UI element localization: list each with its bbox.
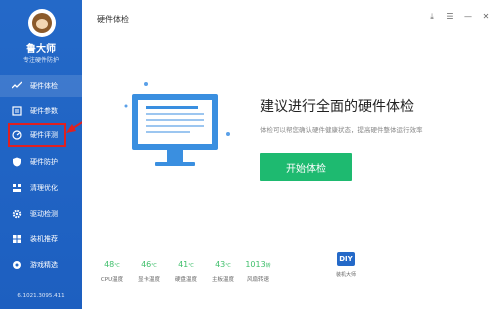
sidebar-item-label: 游戏精选	[30, 261, 58, 269]
download-icon[interactable]: ⤓	[427, 12, 437, 22]
diy-build-master[interactable]: DIY 装机大师	[332, 252, 360, 278]
stat-fan-speed: 1013转 风扇转速	[245, 260, 271, 283]
list-icon	[12, 106, 22, 116]
sidebar-item-label: 清理优化	[30, 184, 58, 192]
sidebar-item-hardware-protection[interactable]: 硬件防护	[0, 151, 82, 173]
stat-gpu-temp: 46℃ 显卡温度	[137, 260, 160, 283]
gear-icon	[12, 209, 22, 219]
sidebar-item-build-recommend[interactable]: 装机推荐	[0, 228, 82, 250]
gamepad-icon	[12, 260, 22, 270]
version-text: 6.1021.3095.411	[17, 293, 65, 299]
main-panel: 硬件体检 ⤓ ☰ — ✕ 建议进行全面的硬件体检 体检可以帮您确认硬件健康状态，…	[82, 0, 500, 309]
sidebar-item-cleanup[interactable]: 清理优化	[0, 177, 82, 199]
sidebar-item-label: 硬件参数	[30, 107, 58, 115]
annotation-highlight-box	[8, 123, 66, 147]
diy-label: 装机大师	[335, 272, 356, 278]
subtext: 体检可以帮您确认硬件健康状态，提高硬件整体运行效率	[260, 126, 423, 134]
brand-name: 鲁大师	[26, 44, 56, 55]
start-checkup-button[interactable]: 开始体检	[260, 153, 352, 181]
puzzle-icon	[12, 234, 22, 244]
menu-icon[interactable]: ☰	[445, 12, 455, 22]
minimize-button[interactable]: —	[463, 12, 473, 22]
sidebar-item-driver-check[interactable]: 驱动检测	[0, 203, 82, 225]
sidebar-item-game-picks[interactable]: 游戏精选	[0, 254, 82, 276]
sidebar-item-label: 驱动检测	[30, 210, 58, 218]
stat-cpu-temp: 48℃ CPU温度	[100, 260, 124, 283]
broom-icon	[12, 183, 22, 193]
stat-disk-temp: 41℃ 硬盘温度	[174, 260, 197, 283]
diy-icon: DIY	[337, 252, 355, 266]
close-button[interactable]: ✕	[481, 12, 491, 22]
sidebar: 鲁大师 专注硬件防护 硬件体检 硬件参数 硬件评测 硬件防护 清理优化 驱动检测…	[0, 0, 82, 309]
page-title: 硬件体检	[97, 15, 129, 24]
brand-slogan: 专注硬件防护	[22, 57, 59, 64]
sidebar-item-label: 硬件体检	[30, 82, 58, 90]
logo-avatar	[28, 9, 56, 37]
sidebar-item-label: 硬件防护	[30, 158, 58, 166]
shield-icon	[12, 157, 22, 167]
sidebar-item-label: 装机推荐	[30, 235, 58, 243]
stat-board-temp: 43℃ 主板温度	[211, 260, 234, 283]
monitor-illustration	[124, 82, 230, 166]
chart-icon	[12, 81, 22, 91]
headline: 建议进行全面的硬件体检	[260, 99, 414, 115]
